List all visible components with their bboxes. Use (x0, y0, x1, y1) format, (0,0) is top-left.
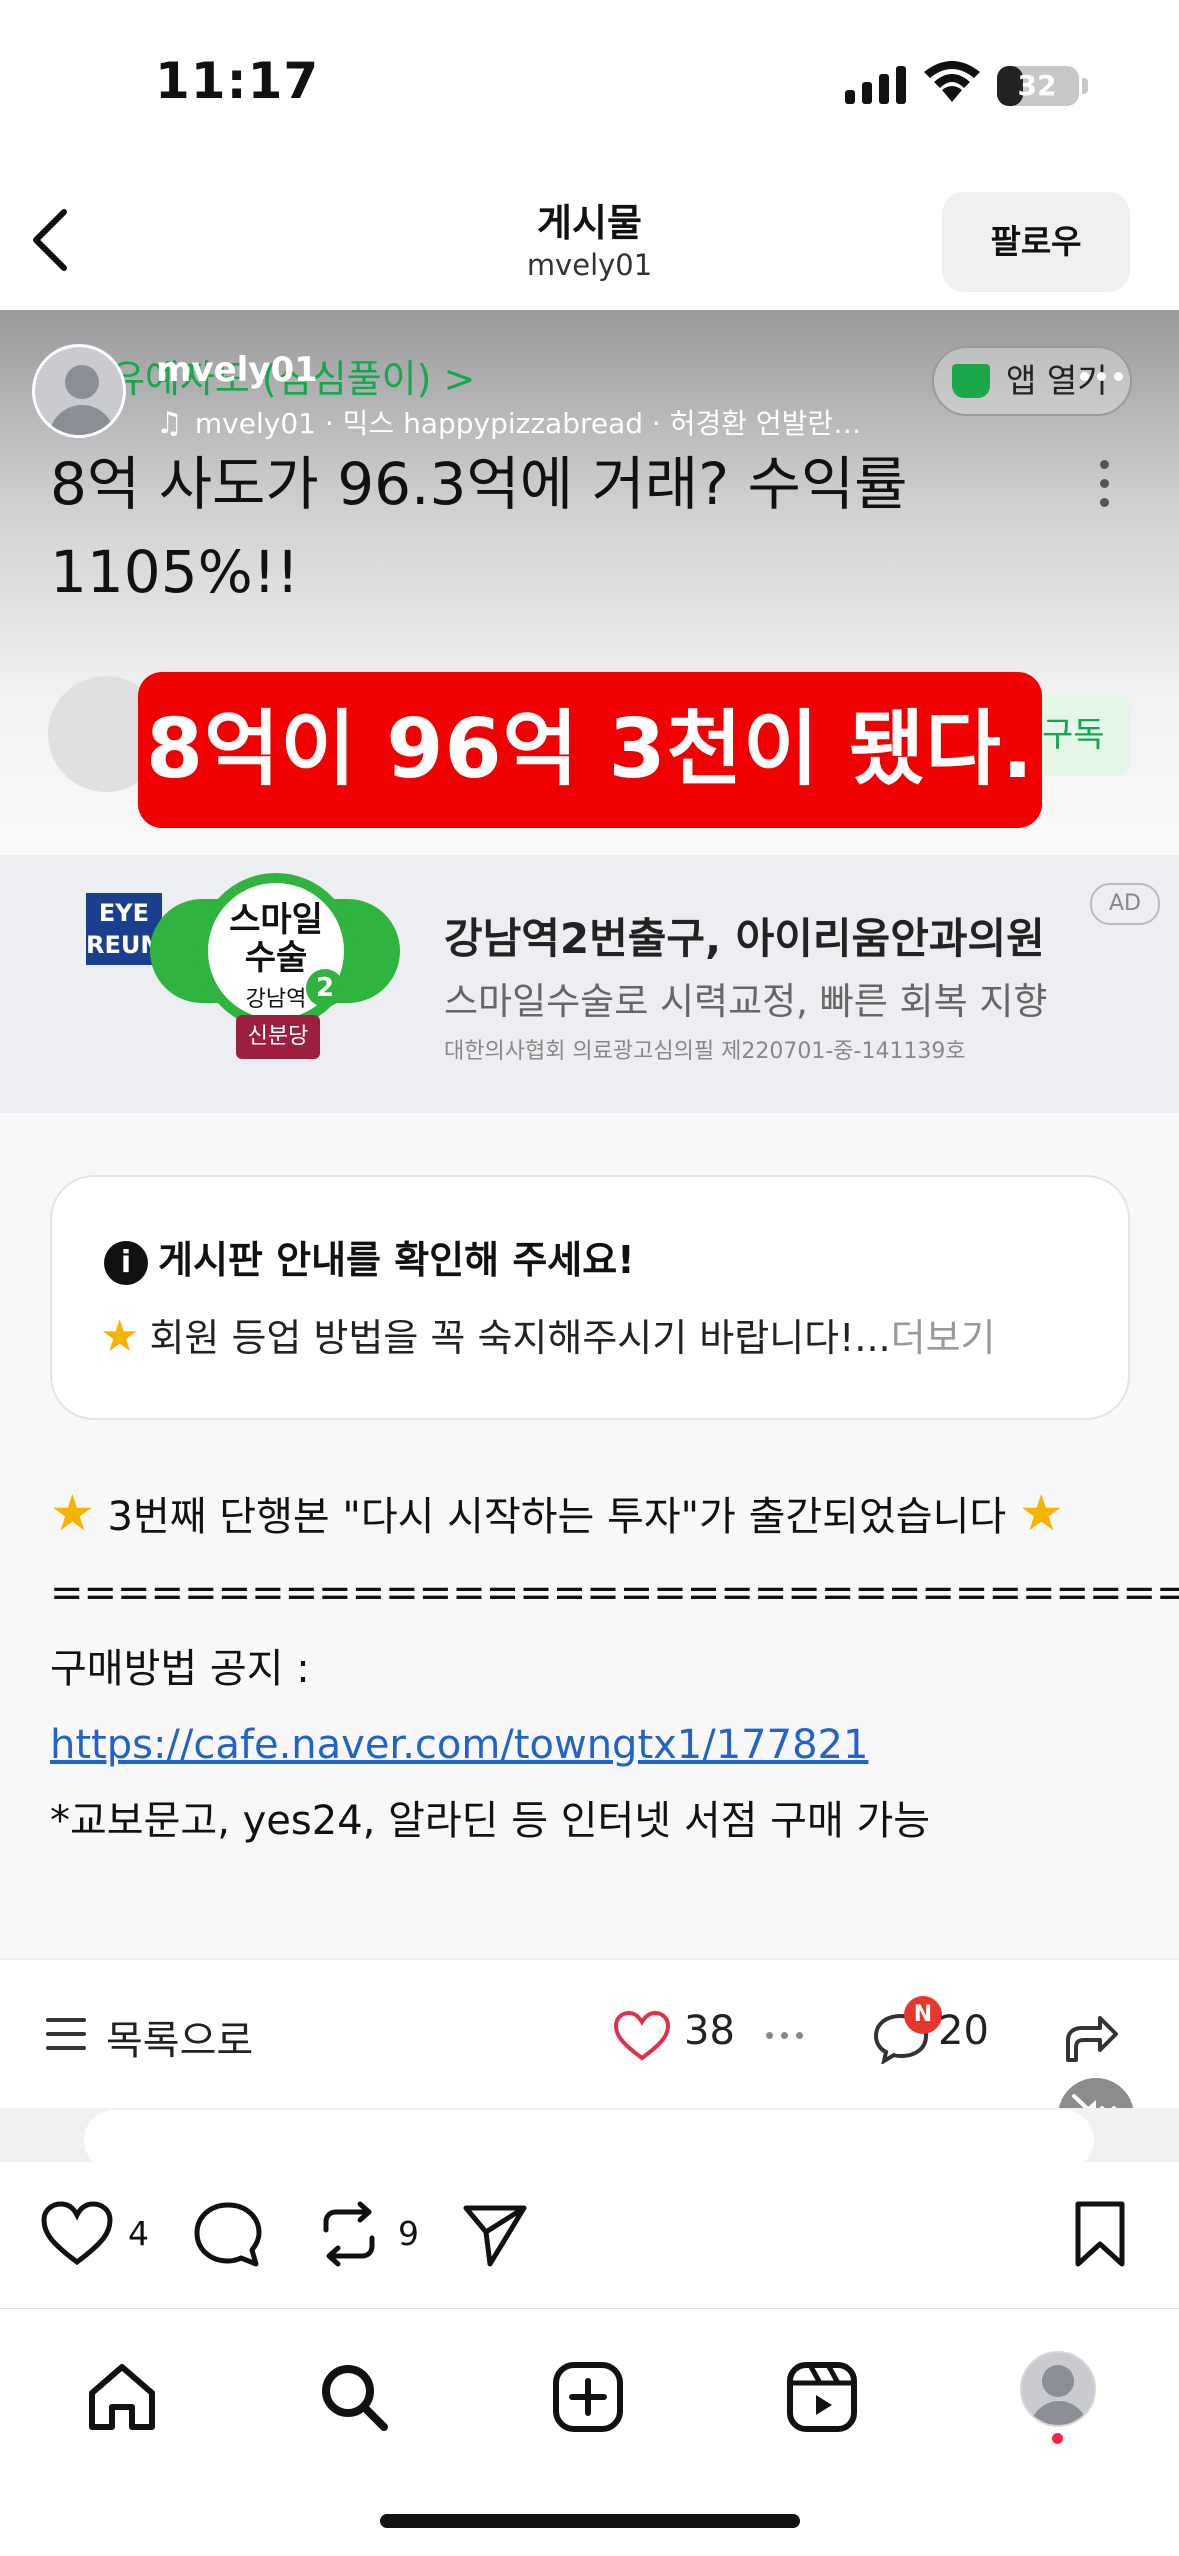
back-to-list-label: 목록으로 (106, 2018, 254, 2064)
next-content-card (84, 2110, 1094, 2162)
post-media[interactable]: 유예자도 (심심풀이) > 앱 열기 mvely01 ♫ mvely01 · 믹스… (0, 310, 1179, 2162)
share-icon (1066, 2016, 1118, 2062)
post-author-username[interactable]: mvely01 (156, 350, 318, 390)
post-header: 게시물 mvely01 팔로우 (0, 170, 1179, 310)
app-open-chip: 앱 열기 (932, 346, 1132, 416)
comment-button[interactable] (192, 2200, 264, 2270)
list-icon (46, 2018, 86, 2052)
post-author-avatar[interactable] (32, 344, 126, 438)
post-action-bar: 4 9 (0, 2162, 1179, 2308)
avatar-head (65, 365, 99, 399)
like-button[interactable] (40, 2200, 114, 2268)
body-line-book: ★ 3번째 단행본 "다시 시작하는 투자"가 출간되었습니다 ★ (50, 1475, 1140, 1555)
body-book-text: 3번째 단행본 "다시 시작하는 투자"가 출간되었습니다 (107, 1494, 1007, 1540)
heart-icon (613, 2010, 671, 2061)
like-count: 4 (128, 2214, 149, 2253)
battery-cap (1082, 78, 1088, 94)
ad-fine-print: 대한의사협회 의료광고심의필 제220701-중-141139호 (444, 1039, 966, 1064)
create-tab[interactable] (548, 2357, 628, 2437)
more-dots-icon (766, 2032, 803, 2039)
media-screenshot-top: 유예자도 (심심풀이) > 앱 열기 mvely01 ♫ mvely01 · 믹스… (0, 310, 1179, 855)
body-separator: ================================== (50, 1570, 1179, 1616)
article-footer-bar: 목록으로 38 N 20 (0, 1958, 1179, 2108)
notice-title-row: i 게시판 안내를 확인해 주세요! (104, 1229, 635, 1285)
badge-ribbon: 신분당 (236, 1015, 320, 1059)
battery-level: 32 (1017, 69, 1057, 102)
red-caption-banner: 8억이 96억 3천이 됐다. (138, 672, 1042, 828)
purchase-label: 구매방법 공지 : (50, 1646, 310, 1692)
reels-tab[interactable] (782, 2357, 862, 2437)
badge-number: 2 (306, 969, 344, 1007)
bookmark-button[interactable] (1072, 2200, 1128, 2270)
battery-icon: 32 (997, 66, 1079, 106)
follow-button[interactable]: 팔로우 (942, 192, 1130, 292)
status-time: 11:17 (155, 52, 320, 110)
ad-banner: EYE REUM 스마일 수술 강남역 2 신분당 강남역2번출구, 아이리움안… (0, 855, 1179, 1113)
notice-more-link: 더보기 (890, 1316, 996, 1360)
kebab-menu-icon (1100, 460, 1109, 507)
cellular-signal-icon (845, 64, 906, 104)
next-content-strip (0, 2108, 1179, 2162)
notice-box: i 게시판 안내를 확인해 주세요! ★ 회원 등업 방법을 꼭 숙지해주시기 바랍… (50, 1175, 1130, 1420)
profile-avatar-body (1030, 2401, 1088, 2425)
article-like-count: 38 (684, 2008, 735, 2054)
purchase-link: https://cafe.naver.com/towngtx1/177821 (50, 1722, 869, 1768)
star-icon: ★ (1018, 1484, 1064, 1542)
article-comment-count: 20 (938, 2008, 989, 2054)
ad-title: 강남역2번출구, 아이리움안과의원 (444, 914, 1045, 963)
body-purchase-line: 구매방법 공지 : https://cafe.naver.com/towngtx… (50, 1631, 1140, 1783)
profile-tab[interactable] (1020, 2351, 1096, 2427)
notification-dot (1052, 2433, 1063, 2444)
repost-button[interactable] (316, 2200, 382, 2268)
cup-icon (952, 364, 990, 398)
star-icon: ★ (100, 1311, 140, 1362)
notice-title: 게시판 안내를 확인해 주세요! (158, 1238, 635, 1282)
article-body: ★ 3번째 단행본 "다시 시작하는 투자"가 출간되었습니다 ★ ======… (50, 1475, 1179, 1859)
avatar-body (49, 405, 115, 435)
home-tab[interactable] (82, 2357, 162, 2437)
body-store-line: *교보문고, yes24, 알라딘 등 인터넷 서점 구매 가능 (50, 1798, 931, 1844)
more-options-icon[interactable] (1080, 372, 1123, 381)
logo-line-1: EYE (98, 899, 150, 927)
wifi-icon (924, 61, 980, 102)
profile-avatar-head (1042, 2365, 1074, 2397)
article-title: 8억 사도가 96.3억에 거래? 수익률 1105%!! (50, 450, 908, 606)
home-indicator[interactable] (380, 2514, 800, 2528)
badge-line-1: 스마일 (229, 900, 323, 940)
subscribe-chip: 구독 (1030, 694, 1130, 776)
notice-text: 회원 등업 방법을 꼭 숙지해주시기 바랍니다!... (149, 1316, 891, 1360)
audio-info-text: mvely01 · 믹스 happypizzabread · 허경환 언발란… (194, 407, 862, 440)
notice-text-row: ★ 회원 등업 방법을 꼭 숙지해주시기 바랍니다!...더보기 (100, 1307, 996, 1362)
search-tab[interactable] (314, 2357, 394, 2437)
repost-count: 9 (398, 2214, 419, 2253)
music-note-icon: ♫ (156, 406, 183, 441)
star-icon: ★ (50, 1484, 95, 1542)
audio-info[interactable]: ♫ mvely01 · 믹스 happypizzabread · 허경환 언발란… (156, 402, 861, 442)
status-bar: 11:17 32 (0, 0, 1179, 170)
new-comment-badge: N (904, 1996, 942, 2034)
info-icon: i (104, 1240, 148, 1285)
ad-subtitle: 스마일수술로 시력교정, 빠른 회복 지향 (444, 980, 1048, 1023)
send-button[interactable] (460, 2200, 530, 2268)
ad-label: AD (1090, 883, 1160, 925)
